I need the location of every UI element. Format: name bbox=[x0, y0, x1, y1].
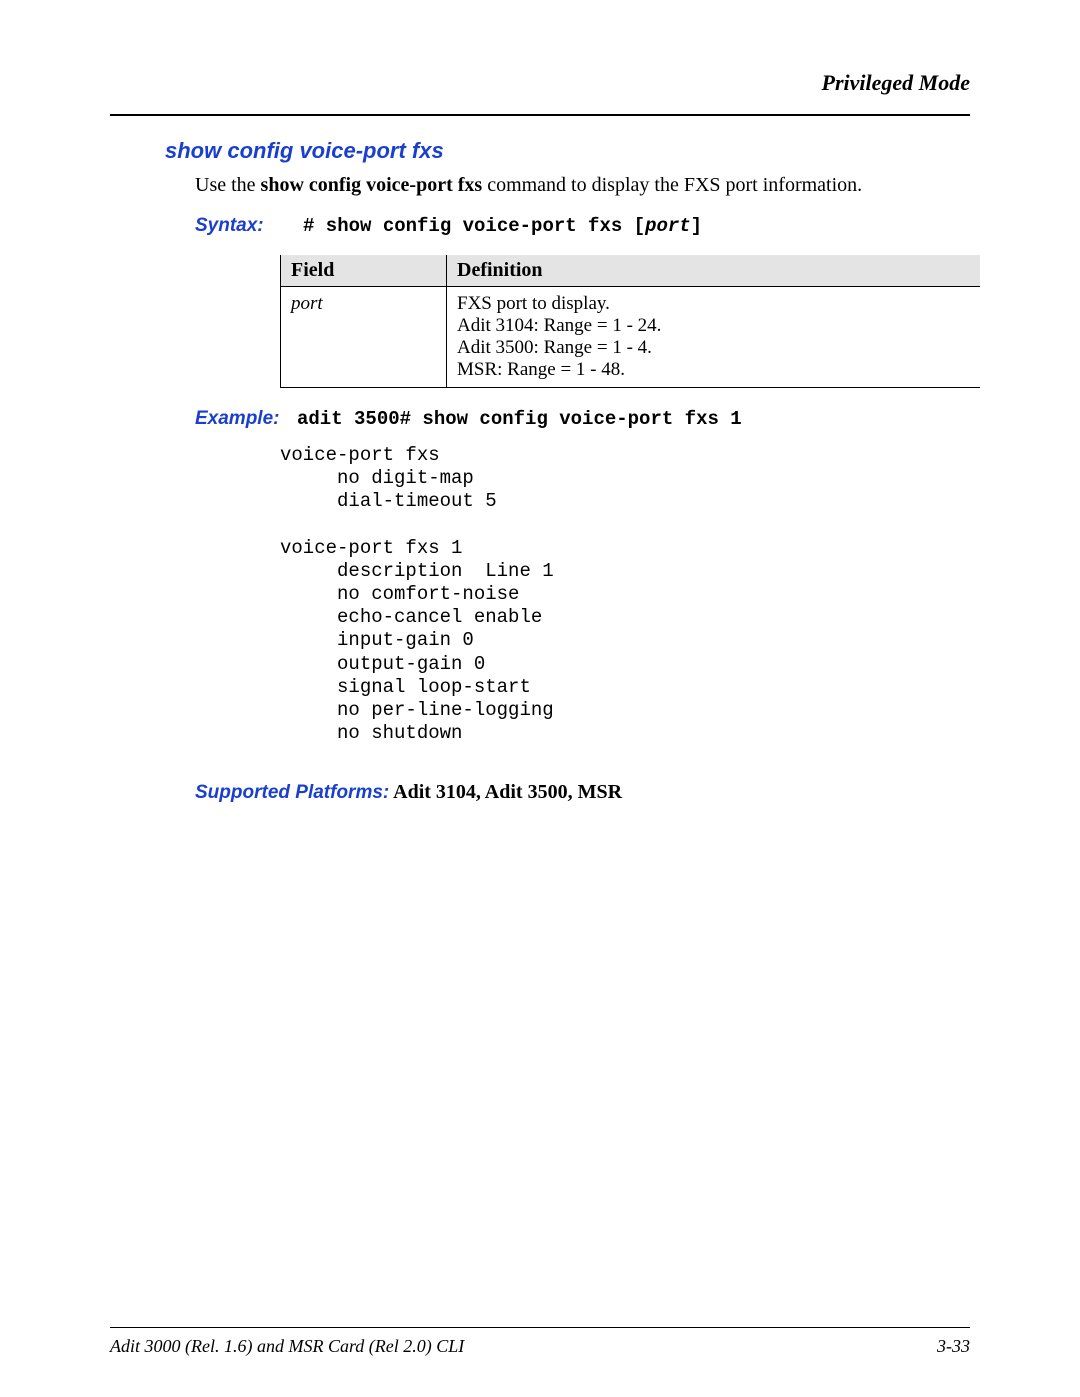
def-l4-rest: Range = 1 - 48. bbox=[502, 359, 625, 380]
syntax-prefix: # show config voice-port fxs [ bbox=[303, 215, 645, 237]
example-command: adit 3500# show config voice-port fxs 1 bbox=[297, 408, 742, 430]
intro-suffix: command to display the FXS port informat… bbox=[482, 174, 862, 196]
def-l2-rest: Range = 1 - 24. bbox=[539, 315, 662, 336]
syntax-label: Syntax: bbox=[195, 215, 285, 237]
intro-text: Use the show config voice-port fxs comma… bbox=[195, 174, 970, 197]
def-l4-bold: MSR: bbox=[457, 359, 502, 380]
footer-left: Adit 3000 (Rel. 1.6) and MSR Card (Rel 2… bbox=[110, 1336, 464, 1357]
syntax-param: port bbox=[645, 215, 691, 237]
td-field: port bbox=[281, 287, 447, 388]
def-l3-rest: Range = 1 - 4. bbox=[539, 337, 652, 358]
th-definition: Definition bbox=[447, 255, 981, 287]
td-definition: FXS port to display. Adit 3104: Range = … bbox=[447, 287, 981, 388]
intro-prefix: Use the bbox=[195, 174, 261, 196]
header-mode: Privileged Mode bbox=[110, 70, 970, 96]
syntax-suffix: ] bbox=[691, 215, 702, 237]
header-rule bbox=[110, 114, 970, 116]
def-l2-bold: Adit 3104: bbox=[457, 315, 539, 336]
intro-bold: show config voice-port fxs bbox=[261, 174, 483, 196]
table-header-row: Field Definition bbox=[281, 255, 981, 287]
syntax-row: Syntax: # show config voice-port fxs [po… bbox=[195, 215, 970, 237]
section-title: show config voice-port fxs bbox=[165, 138, 970, 164]
supported-row: Supported Platforms: Adit 3104, Adit 350… bbox=[195, 781, 970, 804]
supported-label: Supported Platforms: bbox=[195, 782, 389, 803]
supported-value: Adit 3104, Adit 3500, MSR bbox=[389, 781, 622, 803]
page: Privileged Mode show config voice-port f… bbox=[0, 0, 1080, 1397]
th-field: Field bbox=[281, 255, 447, 287]
example-row: Example: adit 3500# show config voice-po… bbox=[195, 408, 970, 430]
footer-right: 3-33 bbox=[937, 1336, 970, 1357]
syntax-command: # show config voice-port fxs [port] bbox=[303, 215, 702, 237]
page-footer: Adit 3000 (Rel. 1.6) and MSR Card (Rel 2… bbox=[110, 1327, 970, 1357]
def-line1: FXS port to display. bbox=[457, 293, 610, 314]
example-label: Example: bbox=[195, 408, 285, 430]
table-row: port FXS port to display. Adit 3104: Ran… bbox=[281, 287, 981, 388]
example-output: voice-port fxs no digit-map dial-timeout… bbox=[280, 444, 970, 745]
param-table: Field Definition port FXS port to displa… bbox=[280, 255, 980, 388]
def-l3-bold: Adit 3500: bbox=[457, 337, 539, 358]
